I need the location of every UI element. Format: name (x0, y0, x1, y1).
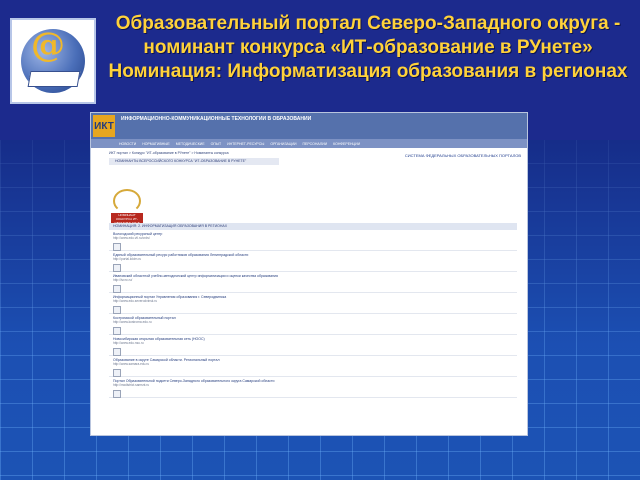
image-placeholder-icon (113, 306, 121, 314)
site-logo[interactable]: ИКТ (93, 115, 115, 137)
portal-screenshot: ИКТ ИНФОРМАЦИОННО-КОММУНИКАЦИОННЫЕ ТЕХНО… (90, 112, 528, 436)
image-placeholder-icon (113, 264, 121, 272)
image-placeholder-icon (113, 369, 121, 377)
list-item: Единый образовательный ресурс работников… (109, 251, 517, 272)
item-url[interactable]: http://nwdistrict.samsnt.ru (113, 383, 517, 387)
nav-item-organizations[interactable]: ОРГАНИЗАЦИИ (270, 142, 296, 146)
image-placeholder-icon (113, 285, 121, 293)
item-url[interactable]: http://www.edu.vtl.ru/cnkv/ (113, 236, 517, 240)
nominee-badge: НОМИНАНТ КОНКУРСА ИТ-ОБРАЗОВАНИЕ В РУНЕТ… (111, 189, 143, 229)
nav-item-normative[interactable]: НОРМАТИВНЫЕ (142, 142, 169, 146)
slide-title: Образовательный портал Северо-Западного … (108, 13, 628, 82)
item-url[interactable]: http://www.kostroma.edu.ru (113, 320, 517, 324)
image-placeholder-icon (113, 327, 121, 335)
image-placeholder-icon (113, 348, 121, 356)
site-nav: НОВОСТИ НОРМАТИВНЫЕ МЕТОДИЧЕСКИЕ ОПЫТ ИН… (91, 139, 527, 148)
list-header: НОМИНАЦИЯ: 2. ИНФОРМАТИЗАЦИЯ ОБРАЗОВАНИЯ… (109, 223, 517, 230)
list-item: Новосибирская открытая образовательная с… (109, 335, 517, 356)
item-url[interactable]: http://www.edu.severodvinsk.ru (113, 299, 517, 303)
list-item: Портал Образовательной подсети Северо-За… (109, 377, 517, 398)
list-item: Образование в округе Самарской области. … (109, 356, 517, 377)
wreath-icon (113, 189, 141, 213)
nav-item-conferences[interactable]: КОНФЕРЕНЦИИ (333, 142, 360, 146)
image-placeholder-icon (113, 243, 121, 251)
item-url[interactable]: http://portal.lokirn.ru (113, 257, 517, 261)
list-item: Ивановский областной учебно-методический… (109, 272, 517, 293)
nav-item-methodical[interactable]: МЕТОДИЧЕСКИЕ (176, 142, 205, 146)
nav-item-experience[interactable]: ОПЫТ (211, 142, 221, 146)
site-title: ИНФОРМАЦИОННО-КОММУНИКАЦИОННЫЕ ТЕХНОЛОГИ… (121, 116, 312, 122)
item-url[interactable]: http://www.edu.nsu.ru (113, 341, 517, 345)
nav-item-news[interactable]: НОВОСТИ (119, 142, 136, 146)
image-placeholder-icon (113, 390, 121, 398)
system-title: СИСТЕМА ФЕДЕРАЛЬНЫХ ОБРАЗОВАТЕЛЬНЫХ ПОРТ… (404, 153, 521, 158)
list-item: Костромской образовательный портал http:… (109, 314, 517, 335)
logo: @ (10, 18, 96, 104)
site-header: ИКТ ИНФОРМАЦИОННО-КОММУНИКАЦИОННЫЕ ТЕХНО… (91, 113, 527, 139)
at-symbol-icon: @ (31, 25, 65, 65)
nav-item-internet-resources[interactable]: ИНТЕРНЕТ-РЕСУРСЫ (227, 142, 264, 146)
item-url[interactable]: http://ivcro.ru/ (113, 278, 517, 282)
contest-bar: НОМИНАНТЫ ВСЕРОССИЙСКОГО КОНКУРСА "ИТ-ОБ… (109, 158, 279, 165)
nominee-list: НОМИНАЦИЯ: 2. ИНФОРМАТИЗАЦИЯ ОБРАЗОВАНИЯ… (109, 223, 517, 435)
list-item: Информационный портал Управления образов… (109, 293, 517, 314)
nav-item-persons[interactable]: ПЕРСОНАЛИИ (303, 142, 328, 146)
list-item: Вологодский ресурсный центр http://www.e… (109, 230, 517, 251)
globe-book-at-icon: @ (21, 25, 85, 93)
book-icon (27, 71, 81, 87)
item-url[interactable]: http://www.samara.edu.ru (113, 362, 517, 366)
